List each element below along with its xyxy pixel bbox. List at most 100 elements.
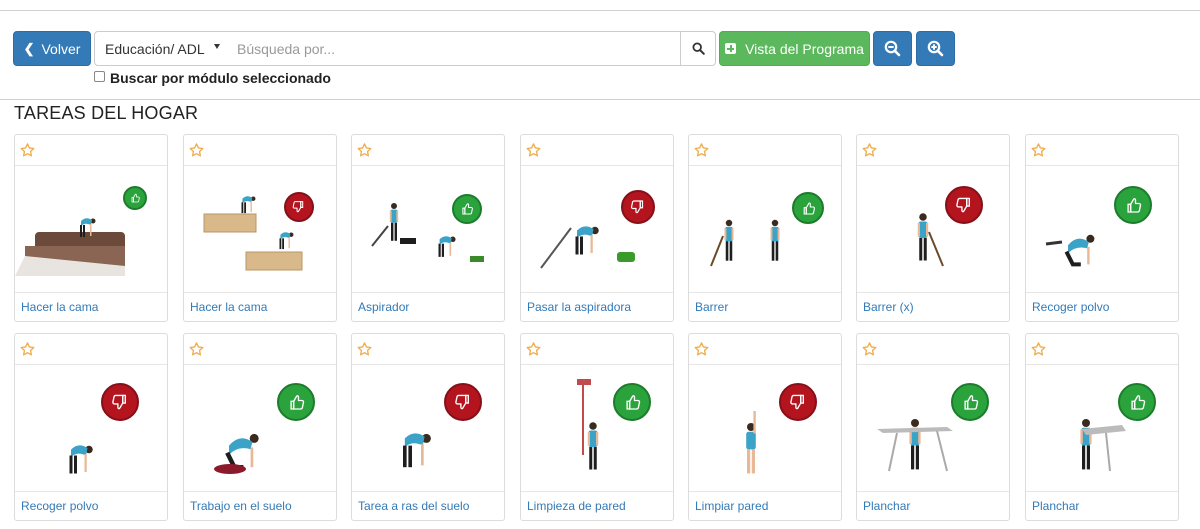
search-input[interactable] — [226, 31, 681, 66]
exercise-label[interactable]: Planchar — [1026, 491, 1178, 520]
exercise-card[interactable]: Planchar — [1025, 333, 1179, 521]
module-search-checkbox[interactable]: Buscar por módulo seleccionado — [94, 70, 331, 86]
exercise-card[interactable]: Recoger polvo — [14, 333, 168, 521]
exercise-image[interactable] — [352, 166, 504, 292]
favorite-star-icon[interactable] — [694, 143, 709, 162]
exercise-image[interactable] — [857, 166, 1009, 292]
exercise-card[interactable]: Limpieza de pared — [520, 333, 674, 521]
favorite-star-icon[interactable] — [526, 143, 541, 162]
section-divider — [0, 99, 1200, 100]
exercise-label[interactable]: Barrer (x) — [857, 292, 1009, 321]
exercise-illustration — [1080, 419, 1126, 472]
top-divider — [0, 10, 1200, 11]
exercise-card[interactable]: Aspirador — [351, 134, 505, 322]
exercise-card[interactable]: Barrer (x) — [856, 134, 1010, 322]
exercise-illustration — [203, 196, 303, 271]
exercise-image[interactable] — [1026, 365, 1178, 491]
exercise-image[interactable] — [1026, 166, 1178, 292]
exercise-label[interactable]: Pasar la aspiradora — [521, 292, 673, 321]
thumbs-up-icon — [452, 194, 482, 224]
card-header — [689, 334, 841, 365]
favorite-star-icon[interactable] — [20, 342, 35, 361]
card-header — [857, 334, 1009, 365]
favorite-star-icon[interactable] — [189, 342, 204, 361]
favorite-star-icon[interactable] — [526, 342, 541, 361]
favorite-star-icon[interactable] — [189, 143, 204, 162]
zoom-in-button[interactable] — [916, 31, 955, 66]
exercise-label[interactable]: Recoger polvo — [15, 491, 167, 520]
favorite-star-icon[interactable] — [862, 342, 877, 361]
search-button[interactable] — [680, 31, 716, 66]
exercise-illustration — [214, 433, 259, 474]
thumbs-down-icon — [444, 383, 482, 421]
exercise-label[interactable]: Recoger polvo — [1026, 292, 1178, 321]
exercise-card[interactable]: Recoger polvo — [1025, 134, 1179, 322]
exercise-image[interactable] — [521, 365, 673, 491]
exercise-label[interactable]: Hacer la cama — [15, 292, 167, 321]
exercise-label[interactable]: Trabajo en el suelo — [184, 491, 336, 520]
card-header — [1026, 135, 1178, 166]
exercise-image[interactable] — [15, 166, 167, 292]
exercise-image[interactable] — [857, 365, 1009, 491]
category-select-value: Educación/ ADL — [105, 40, 205, 57]
card-header — [521, 334, 673, 365]
program-view-button[interactable]: Vista del Programa — [719, 31, 870, 66]
caret-down-icon — [214, 44, 220, 49]
exercise-image[interactable] — [184, 365, 336, 491]
favorite-star-icon[interactable] — [20, 143, 35, 162]
thumbs-down-icon — [945, 186, 983, 224]
exercise-card[interactable]: Hacer la cama — [14, 134, 168, 322]
exercise-card[interactable]: Hacer la cama — [183, 134, 337, 322]
thumbs-up-icon — [613, 383, 651, 421]
checkbox-box[interactable] — [94, 71, 105, 82]
exercise-illustration — [371, 203, 484, 262]
exercise-image[interactable] — [184, 166, 336, 292]
back-button[interactable]: ❮ Volver — [13, 31, 91, 66]
exercise-label[interactable]: Planchar — [857, 491, 1009, 520]
exercise-illustration — [69, 445, 93, 474]
zoom-out-button[interactable] — [873, 31, 912, 66]
card-header — [352, 334, 504, 365]
favorite-star-icon[interactable] — [1031, 143, 1046, 162]
thumbs-up-icon — [277, 383, 315, 421]
thumbs-up-icon — [1114, 186, 1152, 224]
card-header — [857, 135, 1009, 166]
thumbs-up-icon — [951, 383, 989, 421]
favorite-star-icon[interactable] — [357, 342, 372, 361]
exercise-image[interactable] — [689, 166, 841, 292]
favorite-star-icon[interactable] — [357, 143, 372, 162]
exercise-image[interactable] — [15, 365, 167, 491]
card-header — [521, 135, 673, 166]
plus-square-icon — [725, 43, 737, 54]
category-select[interactable]: Educación/ ADL — [94, 31, 227, 66]
card-header — [184, 334, 336, 365]
exercise-image[interactable] — [689, 365, 841, 491]
exercise-illustration — [877, 419, 953, 472]
card-header — [15, 135, 167, 166]
exercise-card[interactable]: Planchar — [856, 333, 1010, 521]
favorite-star-icon[interactable] — [862, 143, 877, 162]
exercise-card[interactable]: Barrer — [688, 134, 842, 322]
exercise-label[interactable]: Barrer — [689, 292, 841, 321]
thumbs-down-icon — [621, 190, 655, 224]
favorite-star-icon[interactable] — [694, 342, 709, 361]
card-header — [184, 135, 336, 166]
exercise-label[interactable]: Tarea a ras del suelo — [352, 491, 504, 520]
chevron-left-icon: ❮ — [23, 40, 35, 56]
thumbs-down-icon — [101, 383, 139, 421]
card-header — [352, 135, 504, 166]
exercise-card[interactable]: Trabajo en el suelo — [183, 333, 337, 521]
favorite-star-icon[interactable] — [1031, 342, 1046, 361]
exercise-image[interactable] — [521, 166, 673, 292]
exercise-card[interactable]: Limpiar pared — [688, 333, 842, 521]
exercise-illustration — [710, 219, 780, 267]
exercise-card[interactable]: Pasar la aspiradora — [520, 134, 674, 322]
exercise-label[interactable]: Limpieza de pared — [521, 491, 673, 520]
exercise-image[interactable] — [352, 365, 504, 491]
exercise-card[interactable]: Tarea a ras del suelo — [351, 333, 505, 521]
exercise-illustration — [577, 379, 599, 470]
exercise-label[interactable]: Aspirador — [352, 292, 504, 321]
exercise-label[interactable]: Hacer la cama — [184, 292, 336, 321]
exercise-label[interactable]: Limpiar pared — [689, 491, 841, 520]
search-icon — [691, 42, 705, 55]
